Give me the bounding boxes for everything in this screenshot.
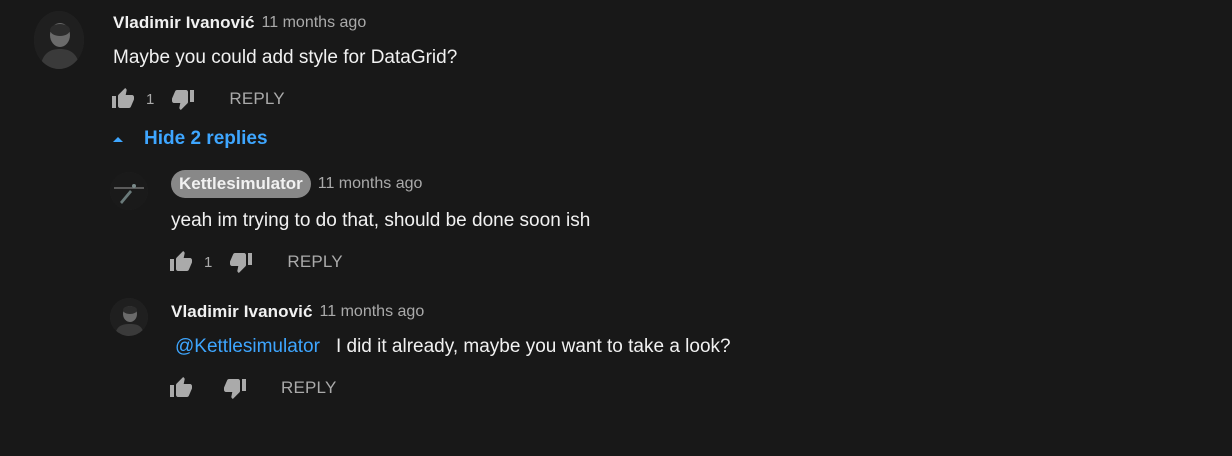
reply-text: yeah im trying to do that, should be don… [171, 210, 591, 231]
reply-header: Kettlesimulator 11 months ago [171, 170, 422, 198]
reply-timestamp[interactable]: 11 months ago [320, 303, 425, 321]
reply-button[interactable]: REPLY [229, 89, 285, 109]
comment-header: Vladimir Ivanović 11 months ago [113, 13, 366, 33]
thumbs-down-icon [224, 379, 246, 399]
mention-link[interactable]: @Kettlesimulator [171, 336, 320, 357]
author-name[interactable]: Vladimir Ivanović [171, 302, 313, 322]
caret-up-icon [113, 137, 123, 142]
person-portrait-icon [110, 298, 148, 336]
like-button[interactable] [110, 86, 136, 112]
avatar[interactable] [110, 172, 148, 210]
dislike-button[interactable] [228, 249, 254, 275]
thumbs-down-icon [172, 90, 195, 110]
thumbs-up-icon [170, 377, 192, 397]
like-count: 1 [146, 90, 155, 108]
reply-actions: 1 REPLY [168, 249, 343, 275]
comment-text: Maybe you could add style for DataGrid? [113, 47, 458, 68]
thumbs-down-icon [230, 253, 253, 273]
author-name-highlighted[interactable]: Kettlesimulator [171, 170, 311, 198]
avatar[interactable] [34, 11, 84, 69]
like-button[interactable] [168, 375, 194, 401]
channel-logo-icon [110, 172, 148, 210]
dislike-button[interactable] [170, 86, 196, 112]
reply-button[interactable]: REPLY [281, 378, 337, 398]
reply-button[interactable]: REPLY [287, 252, 343, 272]
thumbs-up-icon [112, 88, 134, 108]
person-portrait-icon [34, 11, 84, 69]
reply-comment: Kettlesimulator 11 months ago yeah im tr… [0, 168, 1232, 278]
comment-actions: 1 REPLY [110, 86, 285, 112]
thumbs-up-icon [170, 251, 192, 271]
author-name[interactable]: Vladimir Ivanović [113, 13, 255, 33]
hide-replies-label: Hide 2 replies [144, 128, 268, 149]
like-count: 1 [204, 253, 213, 271]
dislike-button[interactable] [222, 375, 248, 401]
comments-page: Vladimir Ivanović 11 months ago Maybe yo… [0, 0, 1232, 456]
reply-timestamp[interactable]: 11 months ago [318, 175, 423, 193]
comment: Vladimir Ivanović 11 months ago Maybe yo… [0, 0, 1232, 120]
reply-text: @Kettlesimulator I did it already, maybe … [171, 336, 731, 358]
reply-header: Vladimir Ivanović 11 months ago [171, 302, 424, 322]
reply-actions: REPLY [168, 375, 337, 401]
like-button[interactable] [168, 249, 194, 275]
reply-text-content: I did it already, maybe you want to take… [335, 336, 731, 357]
avatar[interactable] [110, 298, 148, 336]
hide-replies-button[interactable]: Hide 2 replies [110, 128, 268, 150]
reply-comment: Vladimir Ivanović 11 months ago @Kettles… [0, 295, 1232, 410]
comment-timestamp[interactable]: 11 months ago [262, 14, 367, 32]
